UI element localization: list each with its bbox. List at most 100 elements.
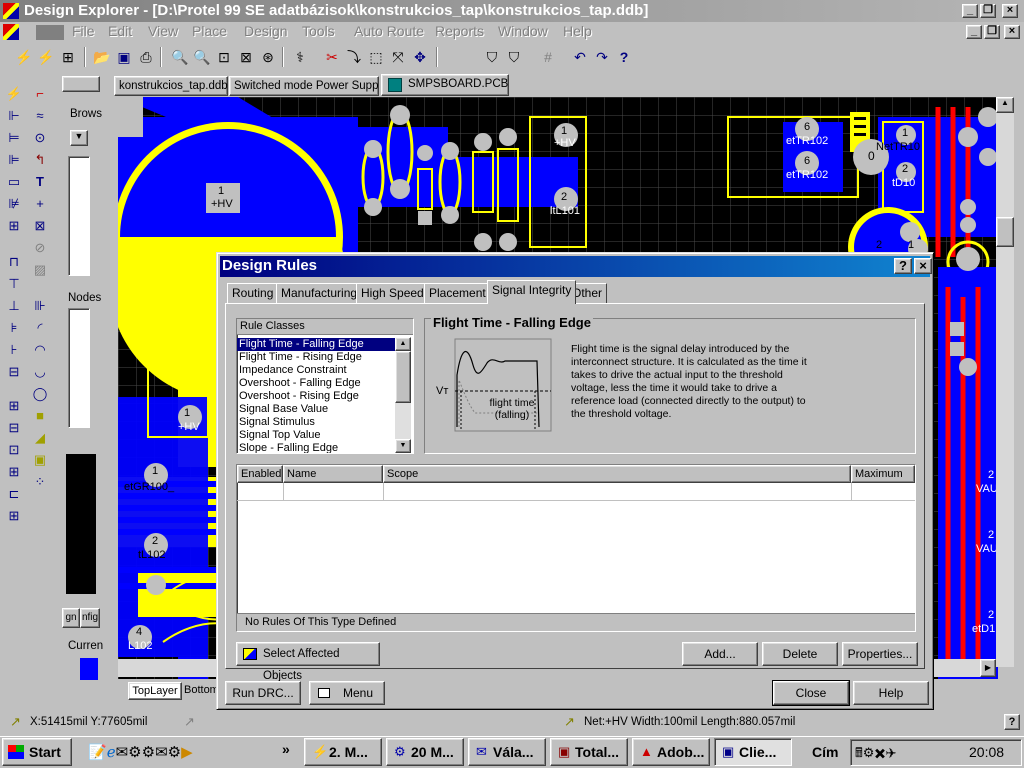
- doc-close-icon[interactable]: ×: [1004, 25, 1020, 39]
- zoom-area-icon[interactable]: ⊡: [214, 47, 234, 67]
- tab-schematic[interactable]: Switched mode Power Supply: [229, 76, 379, 96]
- doc-icon[interactable]: [3, 24, 19, 40]
- menu-reports[interactable]: Reports: [435, 23, 484, 39]
- dialog-help-icon[interactable]: ?: [894, 258, 912, 274]
- polygon-icon[interactable]: ▨: [30, 260, 50, 280]
- help-button[interactable]: Help: [853, 681, 929, 705]
- col-scope[interactable]: Scope: [383, 465, 851, 483]
- app-icon[interactable]: ⚙: [128, 744, 141, 761]
- menu-tools[interactable]: Tools: [302, 23, 335, 39]
- rule-class-item[interactable]: Flight Time - Falling Edge: [237, 338, 395, 351]
- pcb-vscroll[interactable]: ▲: [996, 97, 1014, 667]
- more-icons-chevron[interactable]: »: [282, 741, 290, 757]
- port-icon[interactable]: ↰: [30, 150, 50, 170]
- group-icon[interactable]: ⊞: [4, 396, 24, 416]
- scroll-down-icon[interactable]: ▼: [395, 439, 411, 453]
- lightning-icon[interactable]: ⚡: [14, 47, 34, 67]
- component-icon[interactable]: ⊓: [4, 252, 24, 272]
- track-icon[interactable]: ≈: [30, 106, 50, 126]
- cross-probe-icon[interactable]: ⚕: [290, 47, 310, 67]
- select-box-icon[interactable]: ⬚: [366, 47, 386, 67]
- tree-icon[interactable]: ⊞: [58, 47, 78, 67]
- col-enabled[interactable]: Enabled: [237, 465, 283, 483]
- col-maximum[interactable]: Maximum: [851, 465, 915, 483]
- redo-icon[interactable]: ↷: [592, 47, 612, 67]
- rule-class-item[interactable]: Signal Base Value: [237, 403, 395, 416]
- address-label[interactable]: Cím: [812, 744, 838, 760]
- rule-class-item[interactable]: Overshoot - Falling Edge: [237, 377, 395, 390]
- close-button[interactable]: Close: [772, 680, 850, 706]
- align-icon[interactable]: ⊥: [4, 296, 24, 316]
- fill-icon[interactable]: ⊯: [4, 194, 24, 214]
- rule-class-item[interactable]: Flight Time - Rising Edge: [237, 351, 395, 364]
- help-icon[interactable]: ?: [614, 47, 634, 67]
- panel-tabs[interactable]: [62, 76, 100, 92]
- paste-icon[interactable]: ⤵: [344, 47, 364, 67]
- tab-routing[interactable]: Routing: [227, 283, 279, 304]
- menu-auto-route[interactable]: Auto Route: [354, 23, 424, 39]
- menu-design[interactable]: Design: [244, 23, 288, 39]
- keepout-icon[interactable]: ⊘: [30, 238, 50, 258]
- stack-icon[interactable]: ⊞: [4, 462, 24, 482]
- dialog-titlebar[interactable]: Design Rules ? ×: [220, 256, 932, 277]
- table-row[interactable]: [237, 483, 915, 501]
- lightning-alt-icon[interactable]: ⚡: [36, 47, 56, 67]
- string-icon[interactable]: ▭: [4, 172, 24, 192]
- bus-icon[interactable]: ⊩: [4, 106, 24, 126]
- rule-class-item[interactable]: Signal Top Value: [237, 429, 395, 442]
- layer-tab-bottom[interactable]: Bottom: [184, 682, 218, 700]
- undo-icon[interactable]: ↶: [570, 47, 590, 67]
- browse-dropdown[interactable]: ▼: [70, 130, 88, 146]
- scroll-up-icon[interactable]: ▲: [395, 337, 411, 351]
- scroll-up-icon[interactable]: ▲: [996, 97, 1014, 113]
- tab-pcb[interactable]: SMPSBOARD.PCB: [381, 74, 509, 96]
- coordinate-icon[interactable]: +: [30, 194, 50, 214]
- rule-class-item[interactable]: Impedance Constraint: [237, 364, 395, 377]
- panel-button-2[interactable]: nfig: [80, 608, 100, 628]
- mail-icon[interactable]: ✉: [155, 744, 168, 761]
- status-help-icon[interactable]: ?: [1004, 714, 1020, 730]
- panel-button-1[interactable]: gn: [62, 608, 80, 628]
- cut-icon[interactable]: ✂: [322, 47, 342, 67]
- doc-minimize-icon[interactable]: _: [966, 25, 982, 39]
- tab-placement[interactable]: Placement: [424, 283, 491, 304]
- tab-ddb[interactable]: konstrukcios_tap.ddb: [114, 76, 228, 96]
- text-icon[interactable]: T: [30, 172, 50, 192]
- scroll-thumb[interactable]: [395, 351, 411, 403]
- rule-class-item[interactable]: Signal Stimulus: [237, 416, 395, 429]
- distribute-vert-icon[interactable]: ⊦: [4, 340, 24, 360]
- distribute-icon[interactable]: ⊧: [4, 318, 24, 338]
- arc-edge-icon[interactable]: ◠: [30, 340, 50, 360]
- dimension-icon[interactable]: ⊞: [4, 216, 24, 236]
- rule-class-item[interactable]: Overshoot - Rising Edge: [237, 390, 395, 403]
- zoom-out-icon[interactable]: 🔍: [192, 47, 212, 67]
- rule-list-scrollbar[interactable]: ▲ ▼: [395, 337, 411, 453]
- spacing-icon[interactable]: ⊟: [4, 362, 24, 382]
- mini-viewer[interactable]: [66, 454, 96, 594]
- doc-restore-icon[interactable]: ❐: [984, 25, 1000, 39]
- ie-icon[interactable]: ℯ: [107, 744, 116, 761]
- fill-rect-icon[interactable]: ■: [30, 406, 50, 426]
- deselect-icon[interactable]: ⤧: [388, 47, 408, 67]
- net-icon[interactable]: ⊫: [4, 150, 24, 170]
- zoom-select-icon[interactable]: ⊛: [258, 47, 278, 67]
- layer-tab-top[interactable]: TopLayer: [128, 682, 182, 700]
- origin-icon[interactable]: ⊠: [30, 216, 50, 236]
- menu-button[interactable]: Menu: [309, 681, 385, 705]
- move-icon[interactable]: ✥: [410, 47, 430, 67]
- notepad-icon[interactable]: 📝: [88, 744, 107, 761]
- zoom-fit-icon[interactable]: ⊠: [236, 47, 256, 67]
- arc-any-icon[interactable]: ◡: [30, 362, 50, 382]
- restore-icon[interactable]: ❐: [980, 4, 996, 18]
- scroll-right-icon[interactable]: ▶: [980, 659, 996, 677]
- menu-help[interactable]: Help: [563, 23, 592, 39]
- delete-button[interactable]: Delete: [762, 642, 838, 666]
- app2-icon[interactable]: ⚙: [142, 744, 155, 761]
- via-icon[interactable]: ⊙: [30, 128, 50, 148]
- move-group-icon[interactable]: ⊡: [4, 440, 24, 460]
- doc-menu-icon[interactable]: [36, 25, 64, 40]
- select-affected-button[interactable]: Select Affected Objects: [236, 642, 380, 682]
- outlook-icon[interactable]: ✉: [116, 744, 129, 761]
- properties-button[interactable]: Properties...: [842, 642, 918, 666]
- dialog-close-icon[interactable]: ×: [914, 258, 932, 274]
